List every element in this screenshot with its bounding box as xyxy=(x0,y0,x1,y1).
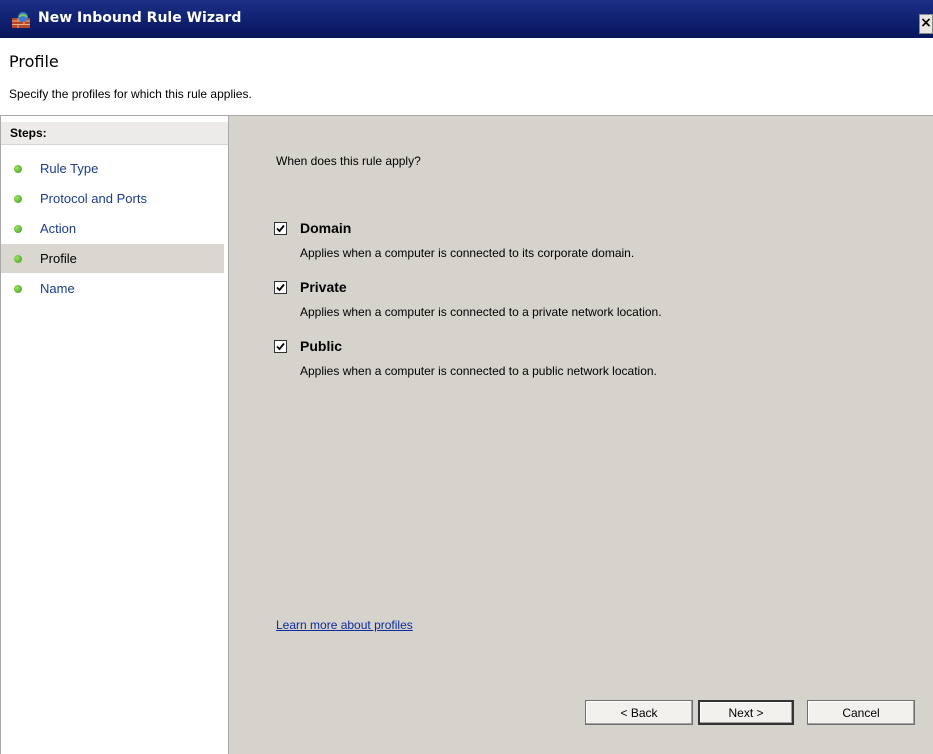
step-profile[interactable]: Profile xyxy=(1,244,224,273)
domain-checkbox[interactable] xyxy=(274,222,287,235)
step-pending-icon xyxy=(14,285,22,293)
cancel-button[interactable]: Cancel xyxy=(807,700,915,725)
step-label: Action xyxy=(40,221,77,236)
wizard-header: Profile Specify the profiles for which t… xyxy=(0,38,933,116)
back-button[interactable]: < Back xyxy=(585,700,693,725)
step-rule-type[interactable]: Rule Type xyxy=(1,154,224,183)
step-name[interactable]: Name xyxy=(1,274,224,303)
close-icon[interactable]: × xyxy=(919,14,933,34)
page-title: Profile xyxy=(9,52,59,71)
page-subtitle: Specify the profiles for which this rule… xyxy=(9,87,252,101)
main-panel: When does this rule apply? Domain Applie… xyxy=(229,116,933,754)
step-label: Name xyxy=(40,281,75,296)
question-label: When does this rule apply? xyxy=(276,154,421,168)
step-current-icon xyxy=(14,255,22,263)
step-action[interactable]: Action xyxy=(1,214,224,243)
checkmark-icon xyxy=(276,224,285,233)
title-bar: New Inbound Rule Wizard × xyxy=(0,0,933,38)
checkmark-icon xyxy=(276,342,285,351)
public-label[interactable]: Public xyxy=(300,338,342,354)
step-protocol-and-ports[interactable]: Protocol and Ports xyxy=(1,184,224,213)
step-label: Rule Type xyxy=(40,161,99,176)
domain-description: Applies when a computer is connected to … xyxy=(300,246,635,260)
step-complete-icon xyxy=(14,165,22,173)
domain-label[interactable]: Domain xyxy=(300,220,351,236)
step-complete-icon xyxy=(14,195,22,203)
checkmark-icon xyxy=(276,283,285,292)
public-checkbox[interactable] xyxy=(274,340,287,353)
private-label[interactable]: Private xyxy=(300,279,347,295)
step-label: Profile xyxy=(40,251,77,266)
next-button[interactable]: Next > xyxy=(698,700,794,725)
steps-heading: Steps: xyxy=(1,122,228,145)
step-complete-icon xyxy=(14,225,22,233)
firewall-icon xyxy=(12,12,30,28)
private-description: Applies when a computer is connected to … xyxy=(300,305,662,319)
steps-panel: Steps: Rule Type Protocol and Ports Acti… xyxy=(0,116,229,754)
private-checkbox[interactable] xyxy=(274,281,287,294)
learn-more-link[interactable]: Learn more about profiles xyxy=(276,618,413,632)
steps-heading-label: Steps: xyxy=(10,126,47,140)
public-description: Applies when a computer is connected to … xyxy=(300,364,657,378)
window-title: New Inbound Rule Wizard xyxy=(38,10,242,26)
step-label: Protocol and Ports xyxy=(40,191,147,206)
